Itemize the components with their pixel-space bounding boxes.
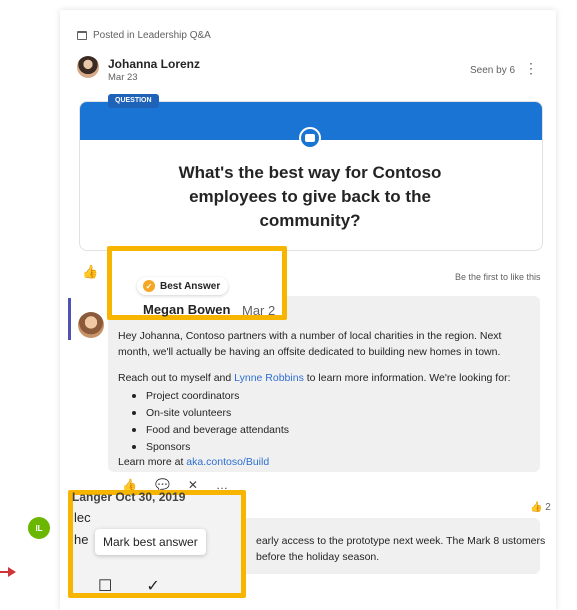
comment-icon[interactable]: ☐: [98, 576, 112, 596]
arrow-icon: [8, 567, 16, 577]
question-chat-icon: [299, 127, 321, 149]
reply-paragraph-2: Reach out to myself and Lynne Robbins to…: [118, 370, 528, 386]
learn-more: Learn more at aka.contoso/Build: [118, 456, 269, 468]
bullet-list: Project coordinators On-site volunteers …: [118, 388, 528, 456]
best-answer-indicator: [68, 298, 71, 340]
reply2-author[interactable]: Langer Oct 30, 2019: [72, 490, 185, 504]
reply2-fragment: he: [74, 532, 89, 547]
check-badge-icon: ✓: [143, 280, 155, 292]
list-item: Project coordinators: [132, 388, 528, 405]
list-item: On-site volunteers: [132, 405, 528, 422]
arrow-line: [0, 571, 8, 573]
checkmark-icon[interactable]: ✓: [146, 576, 159, 596]
mark-best-answer-tooltip: Mark best answer: [95, 529, 206, 555]
question-text: What's the best way for Contoso employee…: [178, 163, 442, 230]
reply2-fragment: lec: [74, 510, 91, 525]
thumbs-up-icon: 👍: [530, 502, 543, 513]
reply2-avatar[interactable]: IL: [28, 517, 50, 539]
best-answer-author[interactable]: Megan Bowen: [143, 302, 230, 317]
first-like-text: Be the first to like this: [455, 272, 541, 282]
reply-text: to learn more information. We're looking…: [303, 372, 511, 384]
author-name[interactable]: Johanna Lorenz: [108, 57, 200, 71]
reply-author-avatar[interactable]: [78, 312, 104, 338]
best-answer-badge: ✓ Best Answer: [137, 277, 229, 295]
reply-text: Reach out to myself and: [118, 372, 235, 384]
like-icon[interactable]: 👍: [82, 264, 98, 280]
reply-paragraph-1: Hey Johanna, Contoso partners with a num…: [118, 330, 502, 358]
list-item: Sponsors: [132, 439, 528, 456]
learn-more-link[interactable]: aka.contoso/Build: [186, 456, 269, 468]
reaction-count: 2: [545, 502, 551, 513]
mention-link[interactable]: Lynne Robbins: [234, 372, 304, 384]
seen-by[interactable]: Seen by 6: [470, 65, 515, 76]
calendar-icon: [77, 31, 87, 40]
list-item: Food and beverage attendants: [132, 422, 528, 439]
reply2-actions: ☐ ✓: [98, 576, 160, 596]
best-answer-date: Mar 2: [242, 303, 276, 318]
learn-text: Learn more at: [118, 456, 187, 468]
reply2-text: early access to the prototype next week.…: [256, 535, 546, 563]
reply-body: Hey Johanna, Contoso partners with a num…: [118, 328, 528, 456]
post-date: Mar 23: [108, 72, 138, 83]
reaction-badge[interactable]: 👍 2: [526, 501, 555, 514]
best-answer-label: Best Answer: [160, 280, 221, 292]
author-avatar[interactable]: [77, 56, 99, 78]
posted-in: Posted in Leadership Q&A: [77, 30, 211, 41]
posted-in-label: Posted in Leadership Q&A: [93, 30, 211, 41]
more-options-icon[interactable]: ⋮: [524, 60, 538, 77]
question-tag: QUESTION: [108, 94, 159, 108]
